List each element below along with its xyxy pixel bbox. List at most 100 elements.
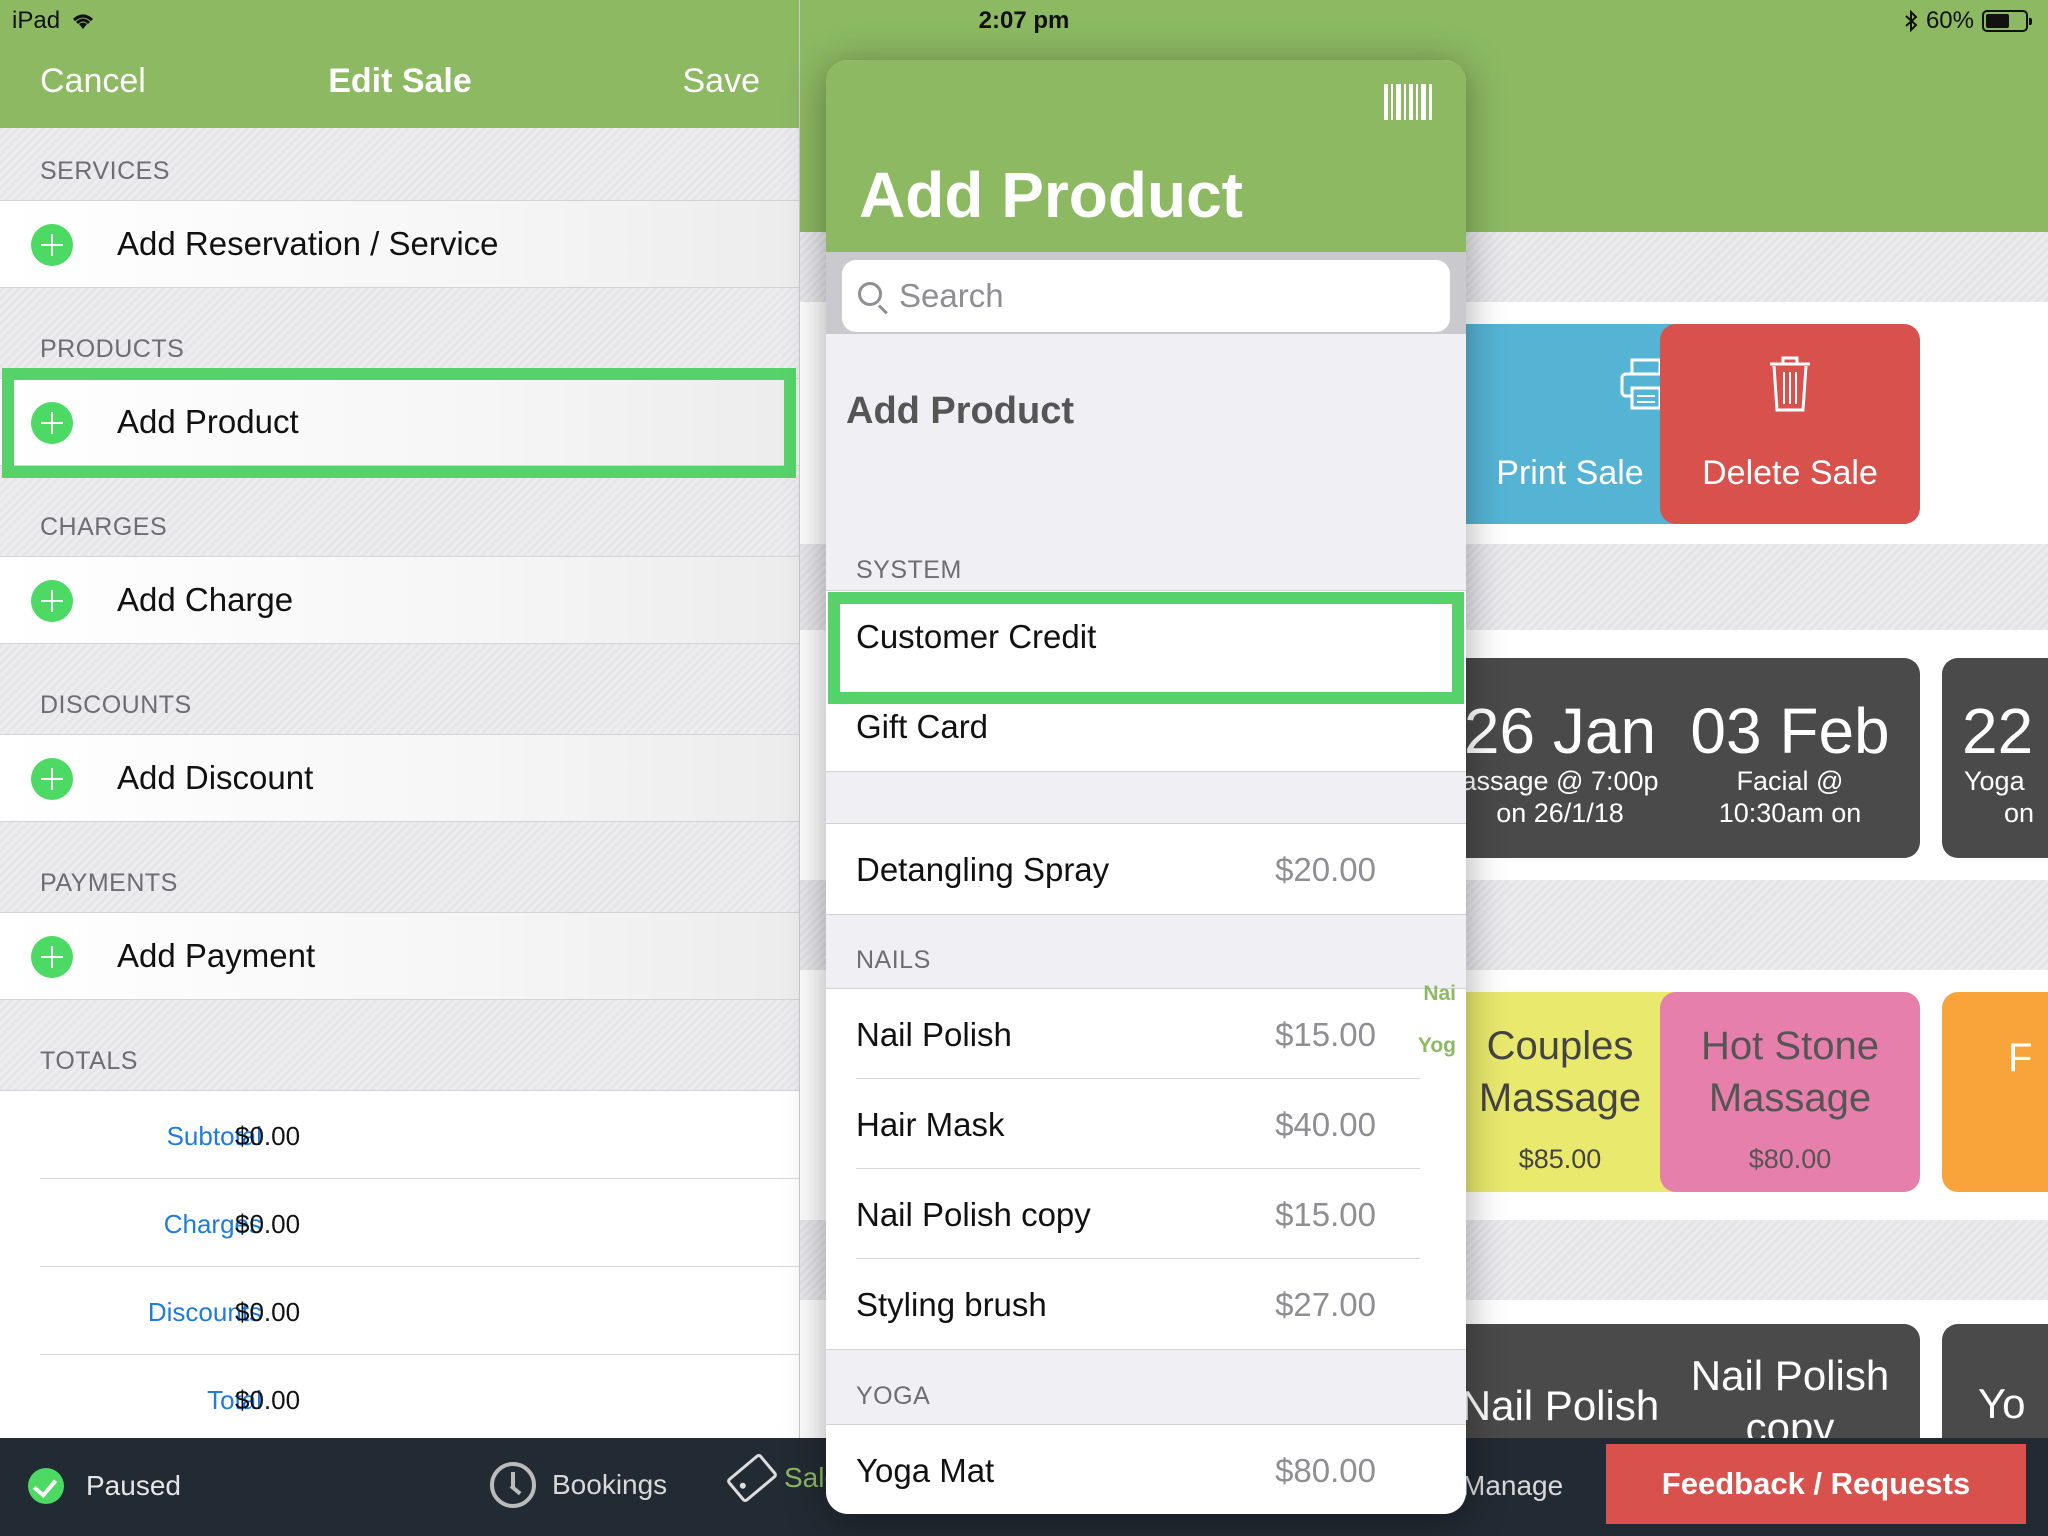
edit-sale-panel: Cancel Edit Sale Save SERVICES Add Reser… bbox=[0, 0, 800, 1438]
product-name: Styling brush bbox=[856, 1286, 1047, 1323]
customer-credit-highlight bbox=[828, 592, 1464, 704]
section-label-system: SYSTEM bbox=[856, 556, 962, 584]
product-price: $20.00 bbox=[1275, 851, 1376, 888]
service-tile[interactable]: F bbox=[1942, 992, 2048, 1192]
add-reservation-label: Add Reservation / Service bbox=[117, 225, 499, 262]
battery-fill bbox=[1986, 14, 2009, 28]
booking-line2: 10:30am on bbox=[1718, 798, 1862, 828]
status-right: 60% bbox=[1904, 7, 2032, 35]
add-product-popover: Add Product Search Add Product SYSTEM Cu… bbox=[826, 60, 1466, 1514]
total-row-charges: Charges $0.00 bbox=[40, 1179, 799, 1267]
product-name: Nail Polish bbox=[856, 1016, 1012, 1053]
barcode-icon[interactable] bbox=[1384, 84, 1434, 120]
section-label-discounts: DISCOUNTS bbox=[40, 691, 192, 719]
total-row-discounts: Discounts $0.00 bbox=[40, 1267, 799, 1355]
service-name: F bbox=[2008, 1036, 2033, 1080]
add-discount-row[interactable]: Add Discount bbox=[0, 734, 799, 822]
edit-sale-title: Edit Sale bbox=[328, 62, 472, 100]
plus-icon bbox=[31, 936, 73, 978]
product-name: Nail Polish copy bbox=[856, 1196, 1091, 1233]
divider bbox=[826, 914, 1466, 915]
product-price: $27.00 bbox=[1275, 1286, 1376, 1323]
section-label-services: SERVICES bbox=[40, 157, 170, 185]
product-row-yoga-mat[interactable]: Yoga Mat $80.00 bbox=[826, 1425, 1466, 1514]
totals-table: Subtotal $0.00 Charges $0.00 Discounts $… bbox=[0, 1090, 799, 1438]
divider bbox=[826, 771, 1466, 772]
booking-tile[interactable]: 03 Feb Facial @ 10:30am on bbox=[1660, 658, 1920, 858]
booking-date: 22 bbox=[1962, 695, 2034, 767]
bluetooth-icon bbox=[1905, 10, 1918, 32]
product-name: Hair Mask bbox=[856, 1106, 1005, 1143]
tab-bookings[interactable]: Bookings bbox=[490, 1462, 667, 1508]
search-icon bbox=[858, 282, 882, 306]
tab-sale[interactable]: Sale bbox=[725, 1452, 840, 1504]
popover-title: Add Product bbox=[859, 159, 1243, 231]
service-name: Hot Stone bbox=[1701, 1024, 1879, 1068]
booking-tile[interactable]: 22 Yoga on bbox=[1942, 658, 2048, 858]
search-input[interactable]: Search bbox=[842, 260, 1450, 332]
product-name: Detangling Spray bbox=[856, 851, 1110, 888]
delete-sale-label: Delete Sale bbox=[1702, 454, 1878, 492]
battery-icon bbox=[1982, 10, 2032, 32]
booking-line1: Facial @ bbox=[1736, 766, 1844, 796]
section-index-nails[interactable]: Nai bbox=[1423, 982, 1456, 1006]
service-tile[interactable]: Hot Stone Massage $80.00 bbox=[1660, 992, 1920, 1192]
product-price: $15.00 bbox=[1275, 1196, 1376, 1233]
add-product-highlight bbox=[2, 368, 796, 478]
total-value: $0.00 bbox=[235, 1385, 301, 1415]
status-time: 2:07 pm bbox=[978, 7, 1070, 34]
battery-percent: 60% bbox=[1925, 7, 1974, 34]
total-row-subtotal: Subtotal $0.00 bbox=[40, 1091, 799, 1179]
section-label-nails: NAILS bbox=[856, 946, 931, 974]
product-name: Yo bbox=[1978, 1380, 2026, 1427]
add-discount-label: Add Discount bbox=[117, 759, 314, 796]
product-price: $40.00 bbox=[1275, 1106, 1376, 1143]
product-row-styling-brush[interactable]: Styling brush $27.00 bbox=[826, 1259, 1466, 1349]
product-price: $15.00 bbox=[1275, 1016, 1376, 1053]
product-tile[interactable]: Yo bbox=[1942, 1324, 2048, 1438]
product-row-hair-mask[interactable]: Hair Mask $40.00 bbox=[826, 1079, 1466, 1169]
section-label-products: PRODUCTS bbox=[40, 335, 185, 363]
section-label-totals: TOTALS bbox=[40, 1047, 138, 1075]
divider bbox=[826, 1349, 1466, 1350]
section-label-payments: PAYMENTS bbox=[40, 869, 178, 897]
plus-icon bbox=[31, 758, 73, 800]
section-label-yoga: YOGA bbox=[856, 1382, 931, 1410]
product-name: Yoga Mat bbox=[856, 1452, 995, 1489]
product-row-nail-polish[interactable]: Nail Polish $15.00 bbox=[826, 989, 1466, 1079]
delete-sale-button[interactable]: Delete Sale bbox=[1660, 324, 1920, 524]
product-name: Gift Card bbox=[856, 708, 989, 745]
charges-value: $0.00 bbox=[235, 1209, 301, 1239]
product-name: copy bbox=[1745, 1404, 1835, 1438]
add-charge-row[interactable]: Add Charge bbox=[0, 556, 799, 644]
plus-icon bbox=[31, 580, 73, 622]
booking-date: 03 Feb bbox=[1690, 695, 1890, 767]
total-row-total: Total $0.00 bbox=[40, 1355, 799, 1438]
section-label-charges: CHARGES bbox=[40, 513, 168, 541]
product-row-nail-polish-copy[interactable]: Nail Polish copy $15.00 bbox=[826, 1169, 1466, 1259]
price-tag-icon bbox=[725, 1452, 779, 1504]
product-tile[interactable]: Nail Polish copy bbox=[1660, 1324, 1920, 1438]
add-payment-row[interactable]: Add Payment bbox=[0, 912, 799, 1000]
product-row-detangling-spray[interactable]: Detangling Spray $20.00 bbox=[826, 824, 1466, 914]
paused-label: Paused bbox=[86, 1470, 181, 1501]
status-bar: iPad 2:07 pm 60% bbox=[0, 0, 2048, 40]
save-button[interactable]: Save bbox=[683, 62, 761, 101]
service-price: $80.00 bbox=[1748, 1144, 1832, 1174]
subtotal-value: $0.00 bbox=[235, 1121, 301, 1151]
tab-manage[interactable]: Manage bbox=[1462, 1470, 1563, 1502]
booking-line1: Yoga bbox=[1964, 766, 2025, 796]
paused-status[interactable]: Paused bbox=[28, 1468, 181, 1504]
product-name: Nail Polish bbox=[1690, 1352, 1890, 1399]
popover-header: Add Product bbox=[826, 60, 1466, 252]
trash-icon bbox=[1770, 356, 1810, 412]
clock-icon bbox=[490, 1462, 536, 1508]
booking-line2: on bbox=[2004, 798, 2035, 828]
section-index-yoga[interactable]: Yog bbox=[1418, 1034, 1456, 1058]
search-placeholder: Search bbox=[899, 277, 1004, 314]
feedback-label: Feedback / Requests bbox=[1661, 1466, 1971, 1501]
product-price: $80.00 bbox=[1275, 1452, 1376, 1489]
add-reservation-row[interactable]: Add Reservation / Service bbox=[0, 200, 799, 288]
feedback-button[interactable]: Feedback / Requests bbox=[1606, 1444, 2026, 1524]
tab-bookings-label: Bookings bbox=[552, 1469, 668, 1500]
